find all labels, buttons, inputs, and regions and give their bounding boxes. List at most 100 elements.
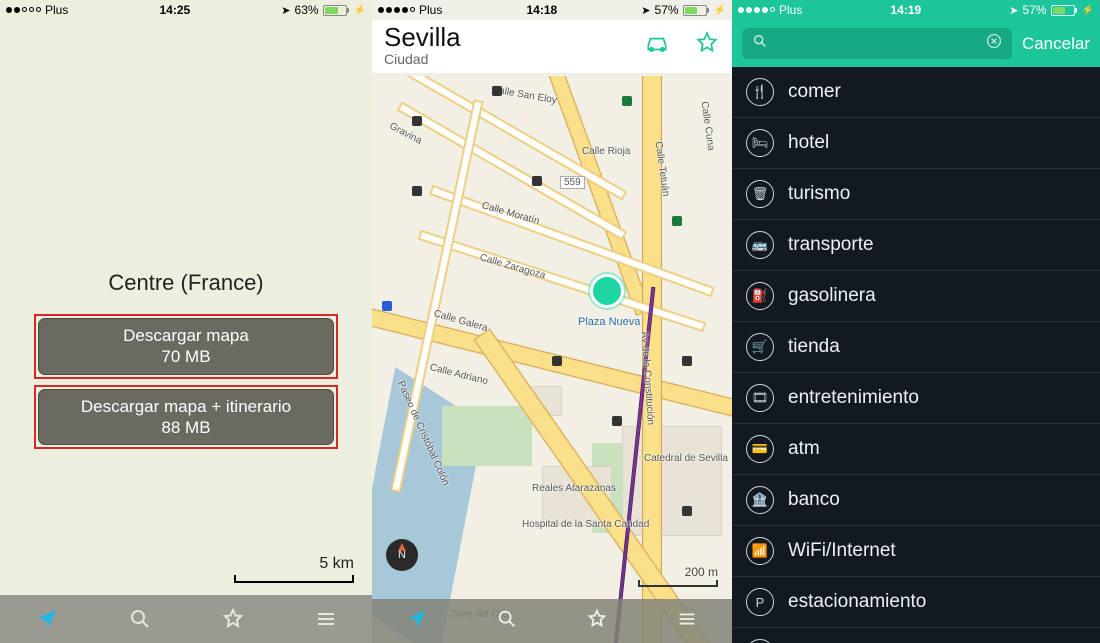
poi-pin-icon[interactable]: [382, 301, 392, 311]
category-label: transporte: [788, 234, 874, 256]
carrier-label: Plus: [779, 3, 802, 17]
poi-pin-icon[interactable]: [552, 356, 562, 366]
map-screen: Plus 14:18 ➤ 57% ⚡ Sevilla Ciudad: [372, 0, 732, 643]
wifi-icon: 📶: [746, 537, 774, 565]
poi-pin-icon[interactable]: [412, 116, 422, 126]
clear-search-icon[interactable]: [986, 33, 1002, 54]
bottom-tabbar: [0, 595, 372, 643]
poi-pin-icon[interactable]: [612, 416, 622, 426]
scale-bar-icon: [638, 580, 718, 587]
signal-dots-icon: [738, 7, 775, 13]
category-item[interactable]: Pestacionamiento: [732, 577, 1100, 628]
favorite-tab[interactable]: [586, 608, 608, 635]
scale-label: 200 m: [638, 565, 718, 579]
download-full-label: Descargar mapa + itinerario: [49, 396, 323, 417]
category-item[interactable]: 🗑turismo: [732, 169, 1100, 220]
search-bar: Cancelar: [732, 20, 1100, 67]
map-canvas[interactable]: Calle San Eloy Gravina Calle Rioja Calle…: [372, 76, 732, 643]
carrier-label: Plus: [419, 3, 442, 17]
fork-knife-icon: 🍴: [746, 78, 774, 106]
poi-label: Hospital de la Santa Caridad: [522, 520, 649, 531]
battery-pct: 63%: [295, 3, 319, 17]
cancel-button[interactable]: Cancelar: [1022, 34, 1090, 54]
category-label: comer: [788, 81, 841, 103]
category-item[interactable]: 🚌 transporte: [732, 220, 1100, 271]
house-number: 559: [560, 176, 585, 189]
search-tab[interactable]: [127, 606, 153, 632]
search-icon: [752, 33, 768, 54]
compass-icon[interactable]: N: [386, 539, 418, 571]
category-label: WiFi/Internet: [788, 540, 896, 562]
search-tab[interactable]: [496, 608, 518, 635]
menu-tab[interactable]: [313, 606, 339, 632]
battery-icon: [1051, 5, 1077, 16]
parking-icon: P: [746, 588, 774, 616]
status-bar: Plus 14:18 ➤ 57% ⚡: [372, 0, 732, 20]
category-label: entretenimiento: [788, 387, 919, 409]
download-map-route-button[interactable]: Descargar mapa + itinerario 88 MB: [38, 389, 334, 446]
poi-label: Reales Atarazanas: [532, 484, 616, 495]
menu-tab[interactable]: [676, 608, 698, 635]
plaza-label: Plaza Nueva: [578, 316, 640, 328]
route-car-button[interactable]: [644, 30, 670, 61]
category-item[interactable]: 🍴 comer: [732, 67, 1100, 118]
bed-icon: 🛏: [746, 129, 774, 157]
category-label: hotel: [788, 132, 829, 154]
charging-icon: ⚡: [354, 5, 366, 16]
category-item[interactable]: 💳 atm: [732, 424, 1100, 475]
map-scale: 200 m: [638, 565, 718, 587]
download-map-label: Descargar mapa: [49, 325, 323, 346]
download-map-button[interactable]: Descargar mapa 70 MB: [38, 318, 334, 375]
battery-icon: [683, 5, 709, 16]
category-item[interactable]: ✚servicios sanitario: [732, 628, 1100, 643]
location-arrow-icon: ➤: [641, 4, 650, 17]
category-item[interactable]: ⛽ gasolinera: [732, 271, 1100, 322]
trash-icon: 🗑: [746, 180, 774, 208]
city-subtitle: Ciudad: [384, 51, 461, 67]
atm-icon: 💳: [746, 435, 774, 463]
category-label: atm: [788, 438, 820, 460]
poi-pin-icon[interactable]: [492, 86, 502, 96]
charging-icon: ⚡: [714, 5, 726, 16]
signal-dots-icon: [378, 7, 415, 13]
status-bar: Plus 14:19 ➤ 57% ⚡: [732, 0, 1100, 20]
street-label: Calle Cuna: [699, 101, 717, 152]
scale-bar-icon: [234, 575, 354, 583]
poi-pin-icon[interactable]: [672, 216, 682, 226]
street-label: Calle Rioja: [582, 146, 630, 157]
fuel-icon: ⛽: [746, 282, 774, 310]
category-list: 🍴 comer 🛏 hotel 🗑turismo 🚌 transporte ⛽ gasoline…: [732, 67, 1100, 643]
locate-tab[interactable]: [34, 606, 60, 632]
category-item[interactable]: 🛒tienda: [732, 322, 1100, 373]
current-location-icon: [590, 274, 624, 308]
favorite-button[interactable]: [694, 30, 720, 61]
download-full-size: 88 MB: [49, 417, 323, 438]
category-label: gasolinera: [788, 285, 876, 307]
bank-icon: 🏦: [746, 486, 774, 514]
bottom-tabbar: [372, 599, 732, 643]
city-title: Sevilla: [384, 24, 461, 51]
poi-pin-icon[interactable]: [412, 186, 422, 196]
poi-pin-icon[interactable]: [682, 506, 692, 516]
favorite-tab[interactable]: [220, 606, 246, 632]
category-item[interactable]: 🛏 hotel: [732, 118, 1100, 169]
location-arrow-icon: ➤: [281, 4, 290, 17]
category-item[interactable]: 🎞 entretenimiento: [732, 373, 1100, 424]
category-item[interactable]: 📶 WiFi/Internet: [732, 526, 1100, 577]
search-field[interactable]: [742, 28, 1012, 59]
carrier-label: Plus: [45, 3, 68, 17]
bus-icon: 🚌: [746, 231, 774, 259]
poi-pin-icon[interactable]: [622, 96, 632, 106]
scale-label: 5 km: [234, 555, 354, 573]
category-label: tienda: [788, 336, 840, 358]
locate-tab[interactable]: [406, 608, 428, 635]
region-title: Centre (France): [0, 270, 372, 296]
film-icon: 🎞: [746, 384, 774, 412]
street-label: Calle Adriano: [429, 362, 489, 387]
map-header: Sevilla Ciudad: [372, 20, 732, 73]
search-input[interactable]: [776, 35, 978, 52]
poi-pin-icon[interactable]: [532, 176, 542, 186]
battery-pct: 57%: [1023, 3, 1047, 17]
poi-pin-icon[interactable]: [682, 356, 692, 366]
category-item[interactable]: 🏦banco: [732, 475, 1100, 526]
